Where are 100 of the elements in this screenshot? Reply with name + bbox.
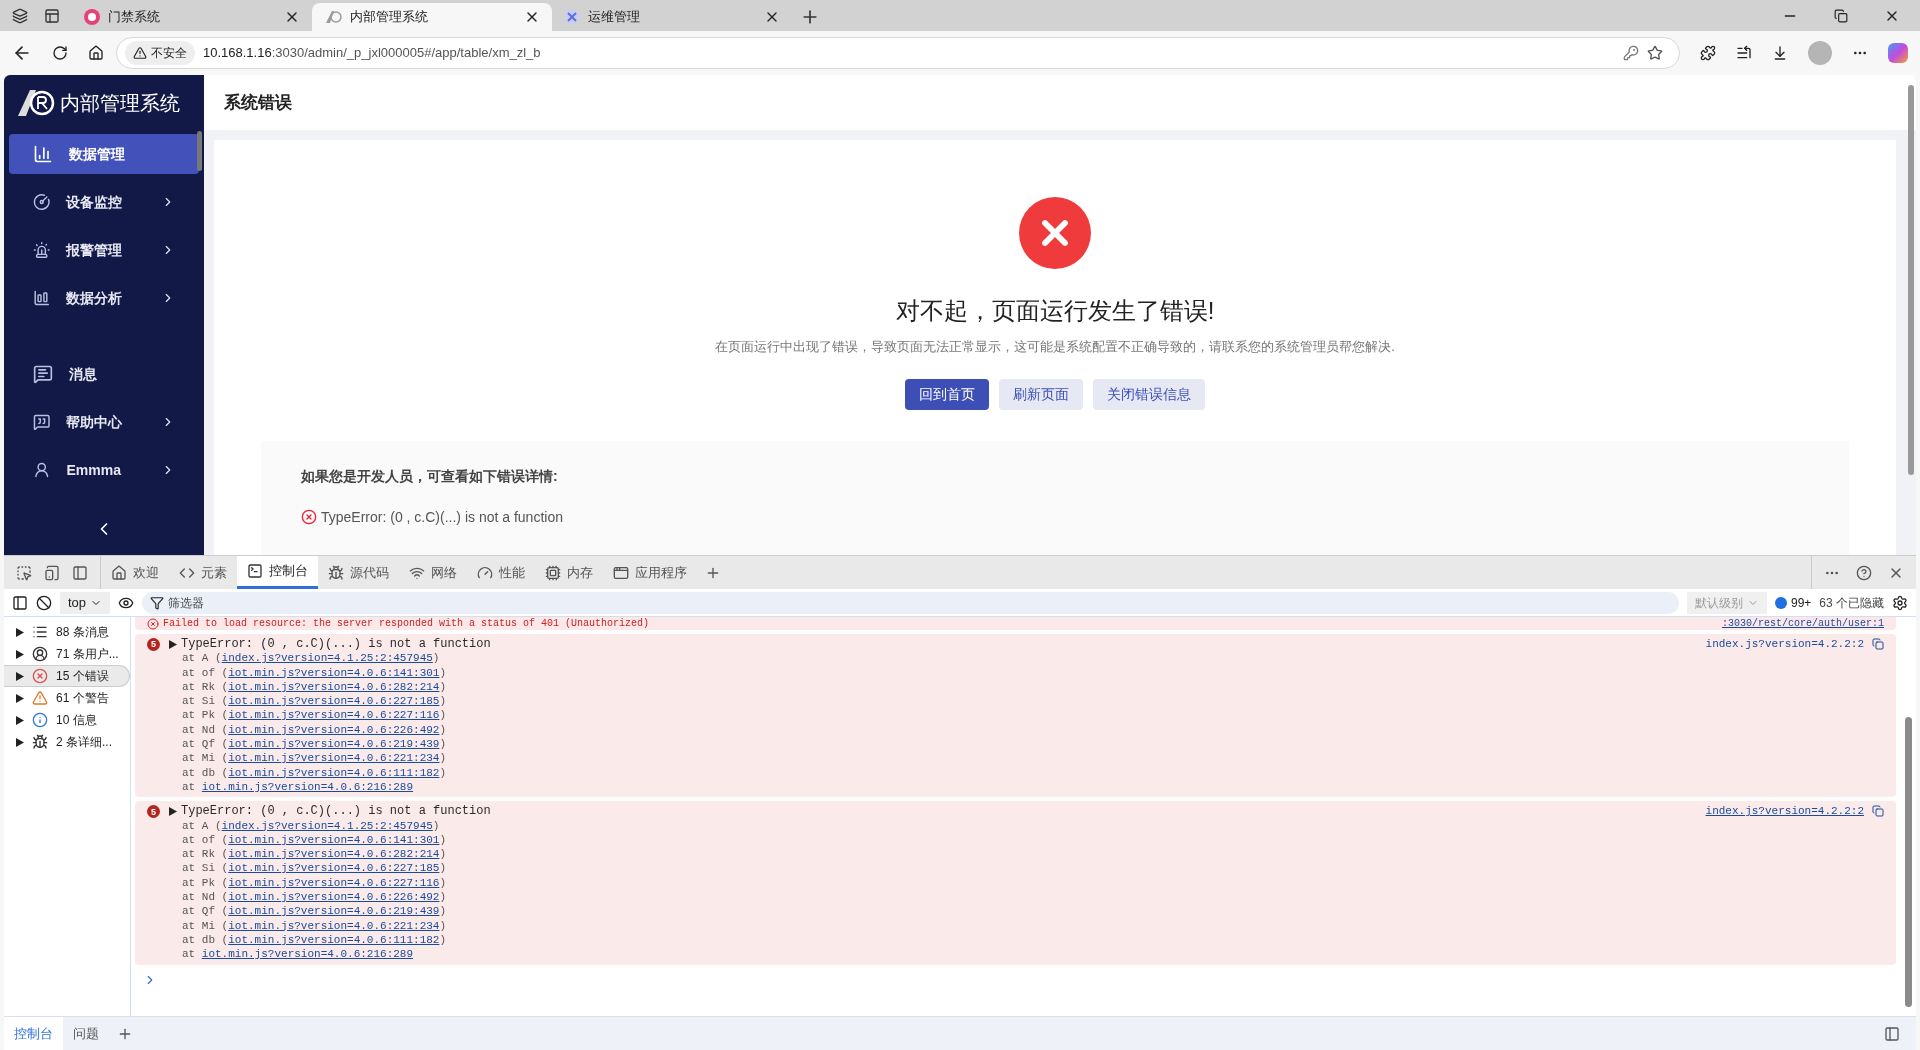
source-link[interactable]: iot.min.js?version=4.0.6:141:301 xyxy=(228,833,440,846)
expand-triangle-icon[interactable] xyxy=(16,649,24,659)
source-link[interactable]: iot.min.js?version=4.0.6:227:116 xyxy=(228,876,440,889)
source-link[interactable]: iot.min.js?version=4.0.6:221:234 xyxy=(228,752,440,765)
filter-field[interactable]: 筛选器 xyxy=(142,591,1679,614)
stack-frame: at iot.min.js?version=4.0.6:216:289 xyxy=(169,947,1706,962)
browser-tab[interactable]: 门禁系统 xyxy=(72,3,312,31)
drawer-tab[interactable]: 控制台 xyxy=(4,1017,63,1050)
menu-item[interactable]: 消息 xyxy=(9,354,199,394)
browser-tab[interactable]: 内部管理系统 xyxy=(312,3,552,31)
message-group[interactable]: 10 信息 xyxy=(4,709,130,731)
source-link[interactable]: iot.min.js?version=4.0.6:219:439 xyxy=(228,905,440,918)
source-link[interactable]: iot.min.js?version=4.0.6:227:116 xyxy=(228,709,440,722)
action-button[interactable]: 刷新页面 xyxy=(999,378,1083,410)
filter-input[interactable]: 筛选器 xyxy=(168,593,1671,612)
source-link[interactable]: iot.min.js?version=4.0.6:221:234 xyxy=(228,919,440,932)
source-link[interactable]: iot.min.js?version=4.0.6:141:301 xyxy=(228,666,440,679)
download-icon[interactable] xyxy=(1772,45,1788,61)
message-group[interactable]: 61 个警告 xyxy=(4,687,130,709)
expand-triangle-icon[interactable] xyxy=(169,639,177,649)
home-icon[interactable] xyxy=(88,45,104,61)
address-bar[interactable]: 不安全 10.168.1.16:3030/admin/_p_jxl000005#/app/table/xm_zl_b xyxy=(116,37,1680,69)
clear-icon[interactable] xyxy=(36,594,52,611)
bar-chart-icon xyxy=(33,288,51,308)
devtools-tab[interactable]: 控制台 xyxy=(237,556,318,589)
devtools-tab[interactable]: 源代码 xyxy=(318,556,399,589)
devtools-tab[interactable]: 内存 xyxy=(535,556,603,589)
expand-triangle-icon[interactable] xyxy=(16,715,24,725)
menu-item[interactable]: 设备监控 xyxy=(9,182,199,222)
dock-icon[interactable] xyxy=(1884,1025,1900,1042)
message-group[interactable]: 71 条用户... xyxy=(4,643,130,665)
copy-icon[interactable] xyxy=(1872,805,1884,818)
assistant-icon[interactable] xyxy=(1888,43,1908,63)
info-icon xyxy=(32,712,48,728)
settings-icon[interactable] xyxy=(1892,594,1908,611)
source-link[interactable]: index.js?version=4.1.25:2:457945 xyxy=(221,819,433,832)
tab-actions-icon[interactable] xyxy=(44,7,60,24)
stack-frame: at db (iot.min.js?version=4.0.6:111:182) xyxy=(169,932,1706,948)
bug-icon xyxy=(32,734,48,750)
source-link[interactable]: iot.min.js?version=4.0.6:216:289 xyxy=(201,780,414,793)
reload-icon[interactable] xyxy=(52,45,68,61)
app-title: 内部管理系统 xyxy=(60,90,180,116)
source-link[interactable]: iot.min.js?version=4.0.6:227:185 xyxy=(228,695,440,708)
message-group[interactable]: 2 条详细... xyxy=(4,731,130,753)
star-icon[interactable] xyxy=(1647,45,1663,61)
source-link[interactable]: iot.min.js?version=4.0.6:282:214 xyxy=(228,848,440,861)
filter-icon xyxy=(150,595,165,610)
security-chip[interactable]: 不安全 xyxy=(125,41,195,65)
expand-triangle-icon[interactable] xyxy=(16,737,24,747)
source-link[interactable]: iot.min.js?version=4.0.6:226:492 xyxy=(228,891,440,904)
message-group[interactable]: 15 个错误 xyxy=(4,665,130,687)
menu-item[interactable]: Emmma xyxy=(9,450,199,490)
source-link[interactable]: iot.min.js?version=4.0.6:226:492 xyxy=(228,723,440,736)
inspect-icon[interactable] xyxy=(16,564,32,581)
menu-item[interactable]: 帮助中心 xyxy=(9,402,199,442)
issues-count[interactable]: 99+ xyxy=(1774,593,1812,612)
devtools-tab[interactable]: 应用程序 xyxy=(603,556,697,589)
extensions-icon[interactable] xyxy=(1700,45,1716,61)
help-icon[interactable] xyxy=(1856,564,1872,581)
source-link[interactable]: index.js?version=4.2.2:2 xyxy=(1705,804,1864,819)
source-link[interactable]: iot.min.js?version=4.0.6:282:214 xyxy=(228,680,440,693)
copy-icon[interactable] xyxy=(1872,638,1884,650)
sidebar-toggle-icon[interactable] xyxy=(12,594,28,611)
action-button[interactable]: 关闭错误信息 xyxy=(1093,378,1205,410)
menu-item[interactable]: 报警管理 xyxy=(9,230,199,270)
devtools-tab[interactable]: 元素 xyxy=(169,556,237,589)
source-link[interactable]: iot.min.js?version=4.0.6:111:182 xyxy=(228,933,440,946)
bug-icon xyxy=(328,564,344,581)
dock-icon[interactable] xyxy=(72,564,88,581)
action-button[interactable]: 回到首页 xyxy=(905,378,989,410)
devtools-tab[interactable]: 性能 xyxy=(467,556,535,589)
drawer-tab[interactable]: 问题 xyxy=(63,1017,109,1050)
expand-triangle-icon[interactable] xyxy=(16,627,24,637)
message-group[interactable]: 88 条消息 xyxy=(4,621,130,643)
source-link[interactable]: index.js?version=4.2.2:2 xyxy=(1705,637,1864,651)
key-icon[interactable] xyxy=(1623,45,1639,61)
source-link[interactable]: iot.min.js?version=4.0.6:111:182 xyxy=(228,766,440,779)
window-icon xyxy=(613,564,629,581)
restore-icon[interactable] xyxy=(1834,8,1848,23)
devtools-tab[interactable]: 网络 xyxy=(399,556,467,589)
source-link[interactable]: iot.min.js?version=4.0.6:219:439 xyxy=(228,738,440,751)
source-link[interactable]: :3030/rest/core/auth/user:1 xyxy=(1721,617,1884,630)
source-link[interactable]: index.js?version=4.1.25:2:457945 xyxy=(221,652,433,665)
expand-triangle-icon[interactable] xyxy=(16,693,24,703)
source-link[interactable]: iot.min.js?version=4.0.6:216:289 xyxy=(201,948,414,961)
chip-icon xyxy=(545,564,561,581)
devtools-tab[interactable]: 欢迎 xyxy=(101,556,169,589)
stack-frame: at Rk (iot.min.js?version=4.0.6:282:214) xyxy=(169,847,1706,862)
workspaces-icon[interactable] xyxy=(12,7,28,24)
expand-triangle-icon[interactable] xyxy=(169,806,177,816)
context-select[interactable]: top xyxy=(60,591,111,614)
help-icon xyxy=(33,412,51,432)
menu-item[interactable]: 数据管理 xyxy=(9,134,199,174)
favorites-icon[interactable] xyxy=(1736,45,1752,61)
source-link[interactable]: iot.min.js?version=4.0.6:227:185 xyxy=(228,862,440,875)
stack-frame: at of (iot.min.js?version=4.0.6:141:301) xyxy=(169,832,1706,848)
browser-tab[interactable]: 运维管理 xyxy=(552,3,792,31)
expand-triangle-icon[interactable] xyxy=(16,671,24,681)
menu-item[interactable]: 数据分析 xyxy=(9,278,199,318)
device-icon[interactable] xyxy=(44,564,60,581)
